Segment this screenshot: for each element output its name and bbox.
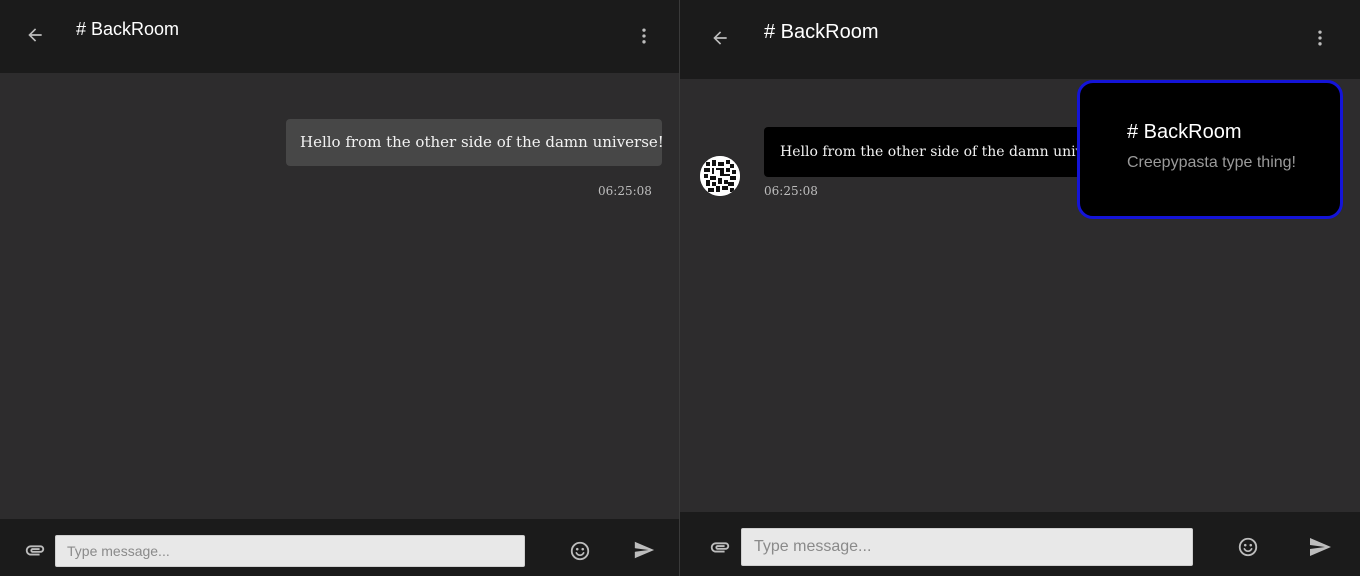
chat-pane-left: # BackRoom Hello from the other side of … [0,0,679,576]
channel-title: # BackRoom [76,19,180,39]
back-button[interactable] [19,19,51,51]
attach-button[interactable] [21,536,49,564]
back-button[interactable] [704,22,736,54]
more-options-button[interactable] [1308,22,1332,54]
chat-pane-right: # BackRoom Hello from the other side of … [680,0,1360,576]
avatar[interactable] [700,156,740,196]
chat-header: # BackRoom [680,0,1360,79]
emoji-button[interactable] [1234,533,1262,561]
send-button[interactable] [1306,533,1334,561]
attachment-icon [710,542,730,553]
chat-header: # BackRoom [0,0,679,73]
message-input[interactable] [741,528,1193,566]
more-vert-icon [1318,30,1322,46]
popup-channel-title: # BackRoom [1127,121,1242,143]
emoji-button[interactable] [566,537,594,565]
message-bubble: Hello from the other side of the damn un… [764,127,1094,177]
message-input[interactable] [55,535,525,567]
composer [0,519,679,576]
message-timestamp: 06:25:08 [764,184,818,198]
arrow-left-icon [713,31,727,45]
arrow-left-icon [28,28,42,42]
emoji-icon [1238,537,1258,557]
more-vert-icon [642,28,646,44]
composer [680,512,1360,576]
popup-channel-description: Creepypasta type thing! [1127,154,1296,171]
message-bubble: Hello from the other side of the damn un… [286,119,664,166]
channel-title: # BackRoom [764,21,879,43]
message-timestamp: 06:25:08 [598,184,652,198]
channel-info-popup: # BackRoom Creepypasta type thing! [1077,80,1343,219]
send-icon [634,541,655,559]
more-options-button[interactable] [632,20,656,52]
identicon-image [700,156,740,196]
send-button[interactable] [630,536,658,564]
attach-button[interactable] [706,533,734,561]
attachment-icon [25,545,45,556]
send-icon [1310,538,1331,556]
emoji-icon [570,541,590,561]
